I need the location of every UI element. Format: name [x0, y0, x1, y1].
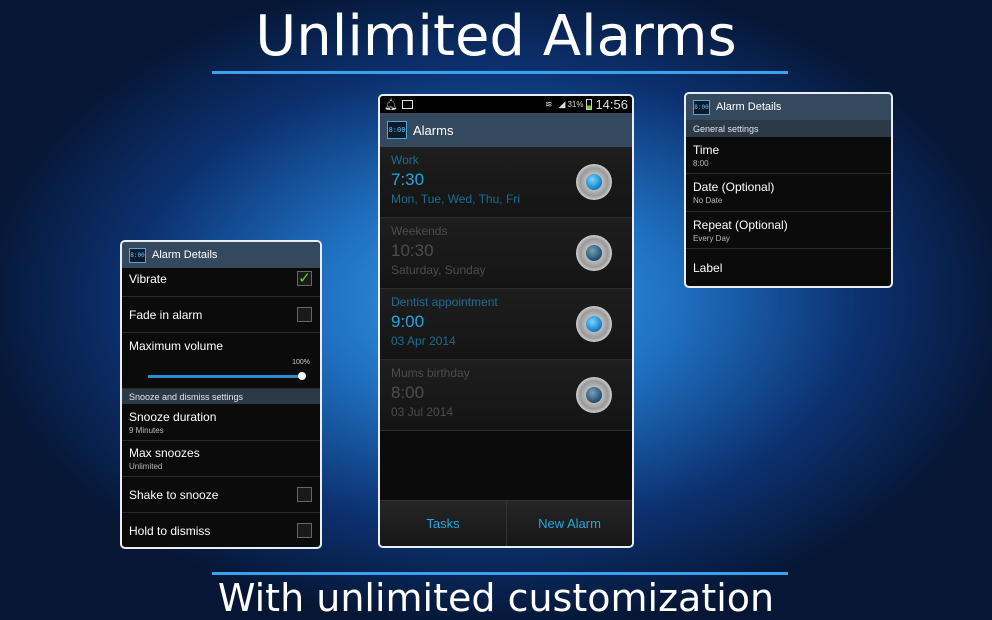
signal-icon: ◢ [558, 99, 566, 109]
alarm-toggle[interactable] [576, 306, 612, 342]
app-icon: 8:00 [129, 247, 146, 263]
fade-label: Fade in alarm [129, 307, 203, 322]
alarm-list: Work 7:30 Mon, Tue, Wed, Thu, Fri Weeken… [380, 147, 632, 431]
max-snoozes-value: Unlimited [129, 462, 163, 471]
vibrate-label: Vibrate [129, 272, 167, 286]
section-header: General settings [686, 120, 891, 137]
date-row[interactable]: Date (Optional) No Date [686, 174, 891, 212]
hold-label: Hold to dismiss [129, 524, 211, 538]
alarm-details-panel-left: 8:00 Alarm Details Vibrate ✓ Fade in ala… [120, 240, 322, 549]
bottom-bar: Tasks New Alarm [380, 500, 632, 546]
action-bar: 8:00 Alarms [380, 113, 632, 147]
panel-header: 8:00 Alarm Details [122, 242, 320, 268]
volume-label: Maximum volume [129, 339, 224, 353]
screen-title: Alarms [413, 122, 454, 138]
toggle-indicator-icon [586, 174, 602, 190]
shake-label: Shake to snooze [129, 487, 219, 502]
alarm-details-panel-right: 8:00 Alarm Details General settings Time… [684, 92, 893, 288]
max-snoozes-row[interactable]: Max snoozes Unlimited [122, 441, 320, 477]
volume-value: 100% [292, 359, 310, 366]
alarms-screen: 🔔︎ ≋ ◢ 31% 14:56 8:00 Alarms Work 7:30 M… [378, 94, 634, 548]
toggle-indicator-icon [586, 316, 602, 332]
alarm-item[interactable]: Weekends 10:30 Saturday, Sunday [380, 218, 632, 289]
battery-level: 31% [567, 100, 584, 109]
snooze-duration-label: Snooze duration [129, 409, 217, 424]
image-icon [401, 100, 413, 109]
date-value: No Date [693, 196, 723, 205]
fade-row[interactable]: Fade in alarm [122, 297, 320, 333]
volume-slider[interactable] [148, 372, 306, 380]
app-icon: 8:00 [387, 121, 407, 139]
section-header: Snooze and dismiss settings [122, 389, 320, 404]
repeat-row[interactable]: Repeat (Optional) Every Day [686, 212, 891, 249]
label-label: Label [693, 260, 723, 275]
snooze-duration-row[interactable]: Snooze duration 9 Minutes [122, 404, 320, 441]
wifi-icon: ≋ [544, 99, 553, 109]
toggle-indicator-icon [586, 387, 602, 403]
label-row[interactable]: Label [686, 249, 891, 286]
panel-title: Alarm Details [152, 249, 218, 261]
vibrate-checkbox[interactable]: ✓ [297, 271, 312, 286]
subheadline: With unlimited customization [217, 576, 775, 620]
alarm-item[interactable]: Work 7:30 Mon, Tue, Wed, Thu, Fri [380, 147, 632, 218]
alarm-toggle[interactable] [576, 377, 612, 413]
headline: Unlimited Alarms [255, 4, 737, 69]
toggle-indicator-icon [586, 245, 602, 261]
volume-row: Maximum volume 100% [122, 333, 320, 389]
alarm-toggle[interactable] [576, 164, 612, 200]
bell-icon: 🔔︎ [384, 99, 398, 111]
volume-fill [148, 375, 302, 378]
time-value: 8:00 [693, 158, 709, 168]
date-label: Date (Optional) [693, 180, 775, 194]
alarm-item[interactable]: Dentist appointment 9:00 03 Apr 2014 [380, 289, 632, 360]
clock: 14:56 [595, 97, 628, 112]
alarm-toggle[interactable] [576, 235, 612, 271]
hold-row[interactable]: Hold to dismiss [122, 513, 320, 547]
divider [212, 572, 788, 575]
battery-icon [586, 99, 593, 110]
panel-title: Alarm Details [716, 101, 782, 113]
volume-thumb[interactable] [298, 372, 306, 380]
max-snoozes-label: Max snoozes [129, 446, 200, 460]
panel-header: 8:00 Alarm Details [686, 94, 891, 120]
alarm-item[interactable]: Mums birthday 8:00 03 Jul 2014 [380, 360, 632, 431]
app-icon: 8:00 [693, 99, 710, 115]
hold-checkbox[interactable] [297, 523, 312, 538]
shake-checkbox[interactable] [297, 486, 312, 502]
new-alarm-button[interactable]: New Alarm [507, 501, 632, 546]
time-label: Time [693, 142, 720, 157]
repeat-label: Repeat (Optional) [693, 217, 788, 232]
vibrate-row[interactable]: Vibrate ✓ [122, 268, 320, 297]
snooze-duration-value: 9 Minutes [129, 425, 164, 435]
shake-row[interactable]: Shake to snooze [122, 477, 320, 513]
status-bar: 🔔︎ ≋ ◢ 31% 14:56 [380, 96, 632, 113]
repeat-value: Every Day [693, 233, 730, 243]
fade-checkbox[interactable] [297, 306, 312, 322]
time-row[interactable]: Time 8:00 [686, 137, 891, 174]
tasks-button[interactable]: Tasks [380, 501, 507, 546]
divider [212, 71, 788, 74]
